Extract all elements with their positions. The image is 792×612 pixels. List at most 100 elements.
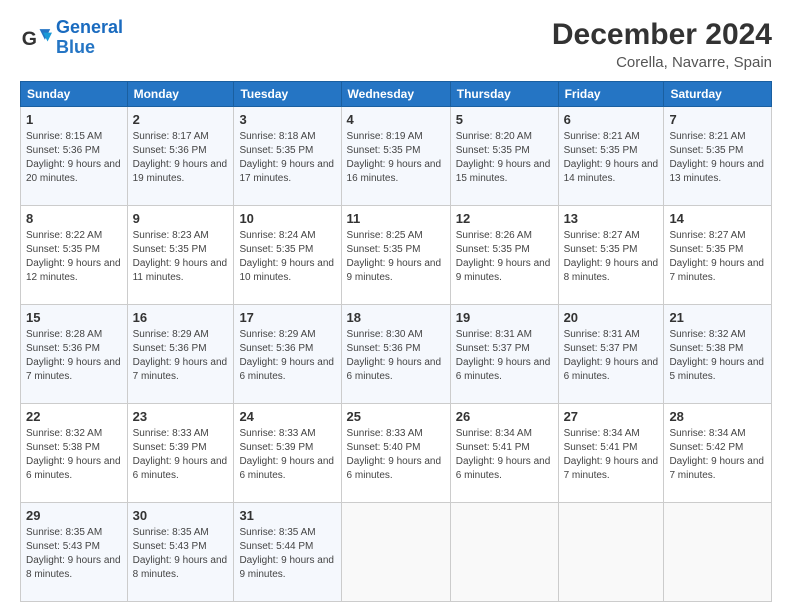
- day-number: 23: [133, 408, 229, 426]
- table-row: 24 Sunrise: 8:33 AM Sunset: 5:39 PM Dayl…: [234, 404, 341, 503]
- day-info: Sunrise: 8:20 AM Sunset: 5:35 PM Dayligh…: [456, 130, 553, 186]
- calendar-week-row: 15 Sunrise: 8:28 AM Sunset: 5:36 PM Dayl…: [21, 305, 772, 404]
- day-number: 15: [26, 309, 122, 327]
- day-number: 14: [669, 210, 766, 228]
- day-number: 24: [239, 408, 335, 426]
- table-row: 15 Sunrise: 8:28 AM Sunset: 5:36 PM Dayl…: [21, 305, 128, 404]
- day-info: Sunrise: 8:33 AM Sunset: 5:39 PM Dayligh…: [133, 427, 229, 483]
- day-info: Sunrise: 8:21 AM Sunset: 5:35 PM Dayligh…: [669, 130, 766, 186]
- table-row: 5 Sunrise: 8:20 AM Sunset: 5:35 PM Dayli…: [450, 107, 558, 206]
- table-row: 28 Sunrise: 8:34 AM Sunset: 5:42 PM Dayl…: [664, 404, 772, 503]
- day-info: Sunrise: 8:27 AM Sunset: 5:35 PM Dayligh…: [669, 229, 766, 285]
- day-info: Sunrise: 8:23 AM Sunset: 5:35 PM Dayligh…: [133, 229, 229, 285]
- day-info: Sunrise: 8:33 AM Sunset: 5:40 PM Dayligh…: [347, 427, 445, 483]
- day-info: Sunrise: 8:17 AM Sunset: 5:36 PM Dayligh…: [133, 130, 229, 186]
- table-row: 13 Sunrise: 8:27 AM Sunset: 5:35 PM Dayl…: [558, 206, 664, 305]
- table-row: 14 Sunrise: 8:27 AM Sunset: 5:35 PM Dayl…: [664, 206, 772, 305]
- header: G General Blue December 2024 Corella, Na…: [20, 18, 772, 71]
- day-info: Sunrise: 8:34 AM Sunset: 5:41 PM Dayligh…: [456, 427, 553, 483]
- table-row: 18 Sunrise: 8:30 AM Sunset: 5:36 PM Dayl…: [341, 305, 450, 404]
- day-number: 13: [564, 210, 659, 228]
- table-row: 6 Sunrise: 8:21 AM Sunset: 5:35 PM Dayli…: [558, 107, 664, 206]
- day-number: 27: [564, 408, 659, 426]
- day-info: Sunrise: 8:27 AM Sunset: 5:35 PM Dayligh…: [564, 229, 659, 285]
- day-info: Sunrise: 8:18 AM Sunset: 5:35 PM Dayligh…: [239, 130, 335, 186]
- calendar-table: Sunday Monday Tuesday Wednesday Thursday…: [20, 81, 772, 602]
- table-row: 27 Sunrise: 8:34 AM Sunset: 5:41 PM Dayl…: [558, 404, 664, 503]
- col-friday: Friday: [558, 82, 664, 107]
- day-number: 22: [26, 408, 122, 426]
- day-info: Sunrise: 8:19 AM Sunset: 5:35 PM Dayligh…: [347, 130, 445, 186]
- logo-text: General Blue: [56, 18, 123, 58]
- day-info: Sunrise: 8:34 AM Sunset: 5:41 PM Dayligh…: [564, 427, 659, 483]
- day-number: 18: [347, 309, 445, 327]
- day-info: Sunrise: 8:30 AM Sunset: 5:36 PM Dayligh…: [347, 328, 445, 384]
- day-info: Sunrise: 8:22 AM Sunset: 5:35 PM Dayligh…: [26, 229, 122, 285]
- day-number: 3: [239, 111, 335, 129]
- day-info: Sunrise: 8:32 AM Sunset: 5:38 PM Dayligh…: [669, 328, 766, 384]
- table-row: 21 Sunrise: 8:32 AM Sunset: 5:38 PM Dayl…: [664, 305, 772, 404]
- table-row: [341, 503, 450, 602]
- table-row: 2 Sunrise: 8:17 AM Sunset: 5:36 PM Dayli…: [127, 107, 234, 206]
- day-info: Sunrise: 8:29 AM Sunset: 5:36 PM Dayligh…: [239, 328, 335, 384]
- day-info: Sunrise: 8:29 AM Sunset: 5:36 PM Dayligh…: [133, 328, 229, 384]
- day-number: 31: [239, 507, 335, 525]
- day-number: 21: [669, 309, 766, 327]
- day-number: 4: [347, 111, 445, 129]
- table-row: 25 Sunrise: 8:33 AM Sunset: 5:40 PM Dayl…: [341, 404, 450, 503]
- day-info: Sunrise: 8:35 AM Sunset: 5:43 PM Dayligh…: [133, 526, 229, 582]
- day-number: 26: [456, 408, 553, 426]
- table-row: [450, 503, 558, 602]
- col-saturday: Saturday: [664, 82, 772, 107]
- day-number: 2: [133, 111, 229, 129]
- calendar-week-row: 29 Sunrise: 8:35 AM Sunset: 5:43 PM Dayl…: [21, 503, 772, 602]
- calendar-week-row: 22 Sunrise: 8:32 AM Sunset: 5:38 PM Dayl…: [21, 404, 772, 503]
- day-number: 16: [133, 309, 229, 327]
- table-row: [558, 503, 664, 602]
- day-number: 20: [564, 309, 659, 327]
- day-info: Sunrise: 8:31 AM Sunset: 5:37 PM Dayligh…: [564, 328, 659, 384]
- day-number: 7: [669, 111, 766, 129]
- table-row: 31 Sunrise: 8:35 AM Sunset: 5:44 PM Dayl…: [234, 503, 341, 602]
- day-number: 1: [26, 111, 122, 129]
- day-number: 19: [456, 309, 553, 327]
- day-number: 30: [133, 507, 229, 525]
- table-row: 16 Sunrise: 8:29 AM Sunset: 5:36 PM Dayl…: [127, 305, 234, 404]
- table-row: 1 Sunrise: 8:15 AM Sunset: 5:36 PM Dayli…: [21, 107, 128, 206]
- day-info: Sunrise: 8:35 AM Sunset: 5:43 PM Dayligh…: [26, 526, 122, 582]
- day-info: Sunrise: 8:26 AM Sunset: 5:35 PM Dayligh…: [456, 229, 553, 285]
- col-tuesday: Tuesday: [234, 82, 341, 107]
- logo-blue: Blue: [56, 37, 95, 57]
- day-number: 25: [347, 408, 445, 426]
- day-info: Sunrise: 8:28 AM Sunset: 5:36 PM Dayligh…: [26, 328, 122, 384]
- day-number: 12: [456, 210, 553, 228]
- logo-general: General: [56, 17, 123, 37]
- month-title: December 2024: [552, 18, 772, 52]
- table-row: [664, 503, 772, 602]
- table-row: 30 Sunrise: 8:35 AM Sunset: 5:43 PM Dayl…: [127, 503, 234, 602]
- day-info: Sunrise: 8:21 AM Sunset: 5:35 PM Dayligh…: [564, 130, 659, 186]
- day-number: 10: [239, 210, 335, 228]
- col-wednesday: Wednesday: [341, 82, 450, 107]
- table-row: 29 Sunrise: 8:35 AM Sunset: 5:43 PM Dayl…: [21, 503, 128, 602]
- col-sunday: Sunday: [21, 82, 128, 107]
- logo-icon: G: [20, 22, 52, 54]
- calendar-week-row: 1 Sunrise: 8:15 AM Sunset: 5:36 PM Dayli…: [21, 107, 772, 206]
- day-number: 11: [347, 210, 445, 228]
- table-row: 9 Sunrise: 8:23 AM Sunset: 5:35 PM Dayli…: [127, 206, 234, 305]
- day-info: Sunrise: 8:35 AM Sunset: 5:44 PM Dayligh…: [239, 526, 335, 582]
- logo: G General Blue: [20, 18, 123, 58]
- day-number: 29: [26, 507, 122, 525]
- table-row: 26 Sunrise: 8:34 AM Sunset: 5:41 PM Dayl…: [450, 404, 558, 503]
- calendar-week-row: 8 Sunrise: 8:22 AM Sunset: 5:35 PM Dayli…: [21, 206, 772, 305]
- title-block: December 2024 Corella, Navarre, Spain: [552, 18, 772, 71]
- svg-text:G: G: [22, 28, 37, 50]
- page: G General Blue December 2024 Corella, Na…: [0, 0, 792, 612]
- table-row: 19 Sunrise: 8:31 AM Sunset: 5:37 PM Dayl…: [450, 305, 558, 404]
- table-row: 3 Sunrise: 8:18 AM Sunset: 5:35 PM Dayli…: [234, 107, 341, 206]
- day-number: 5: [456, 111, 553, 129]
- table-row: 23 Sunrise: 8:33 AM Sunset: 5:39 PM Dayl…: [127, 404, 234, 503]
- table-row: 20 Sunrise: 8:31 AM Sunset: 5:37 PM Dayl…: [558, 305, 664, 404]
- table-row: 4 Sunrise: 8:19 AM Sunset: 5:35 PM Dayli…: [341, 107, 450, 206]
- table-row: 11 Sunrise: 8:25 AM Sunset: 5:35 PM Dayl…: [341, 206, 450, 305]
